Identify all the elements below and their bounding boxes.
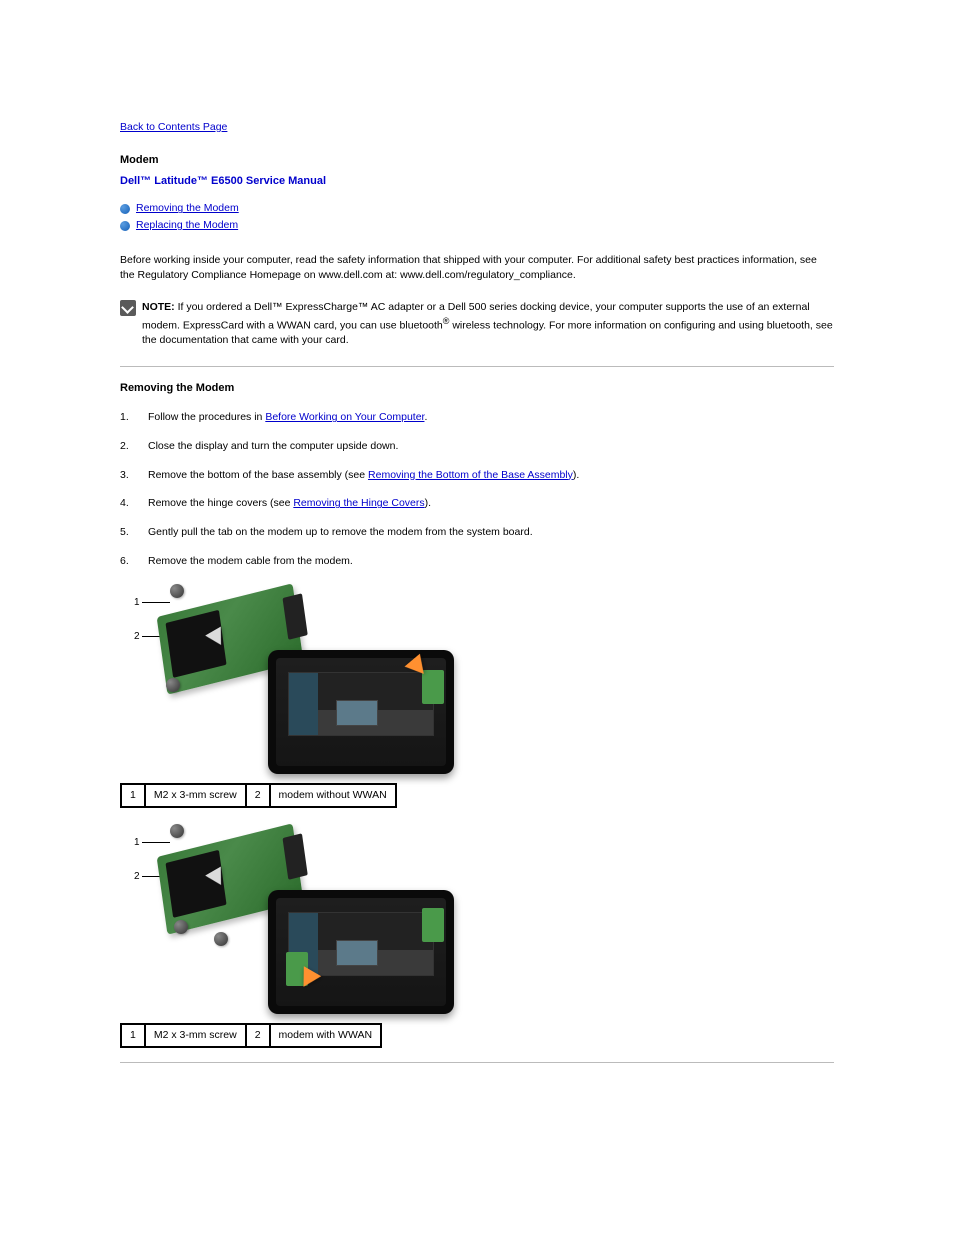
toc-link-removing[interactable]: Removing the Modem xyxy=(136,201,239,216)
toc-item: Replacing the Modem xyxy=(120,218,834,233)
step-text: Close the display and turn the computer … xyxy=(148,439,398,454)
screw-icon xyxy=(214,932,228,946)
step-after: ). xyxy=(425,497,431,509)
screw-icon xyxy=(174,920,188,934)
cell-num: 2 xyxy=(246,784,270,807)
safety-intro: Before working inside your computer, rea… xyxy=(120,253,834,282)
step-number: 2. xyxy=(120,439,148,454)
manual-title: Dell™ Latitude™ E6500 Service Manual xyxy=(120,174,834,189)
figure-without-wwan: 1 2 1 M2 x 3-mm screw 2 modem without WW… xyxy=(120,582,834,808)
step-before: Remove the hinge covers (see xyxy=(148,497,293,509)
link-base-assembly[interactable]: Removing the Bottom of the Base Assembly xyxy=(368,469,573,481)
step-number: 5. xyxy=(120,525,148,540)
step-number: 3. xyxy=(120,468,148,483)
link-before-working[interactable]: Before Working on Your Computer xyxy=(265,411,424,423)
parts-table-1: 1 M2 x 3-mm screw 2 modem without WWAN xyxy=(120,783,397,808)
figure-with-wwan: 1 2 1 M2 x 3-mm screw 2 modem with WWAN xyxy=(120,822,834,1048)
wwan-slot xyxy=(422,908,444,942)
step-3: 3. Remove the bottom of the base assembl… xyxy=(120,468,834,483)
figure-canvas: 1 2 xyxy=(120,822,460,1017)
leader-1 xyxy=(142,842,170,843)
callout-2: 2 xyxy=(134,630,140,644)
section-heading-removing: Removing the Modem xyxy=(120,381,834,396)
parts-table-2: 1 M2 x 3-mm screw 2 modem with WWAN xyxy=(120,1023,382,1048)
step-number: 4. xyxy=(120,496,148,511)
link-hinge-covers[interactable]: Removing the Hinge Covers xyxy=(293,497,424,509)
cell-label: modem with WWAN xyxy=(270,1024,382,1047)
note-text: NOTE: If you ordered a Dell™ ExpressChar… xyxy=(142,300,834,348)
back-to-contents-link[interactable]: Back to Contents Page xyxy=(120,120,227,135)
bullet-icon xyxy=(120,221,130,231)
divider xyxy=(120,366,834,367)
note-part3: with a WWAN card, you can use bluetooth xyxy=(244,319,443,331)
step-after: . xyxy=(424,411,427,423)
modem-slot xyxy=(422,670,444,704)
cell-label: modem without WWAN xyxy=(270,784,396,807)
toc-item: Removing the Modem xyxy=(120,201,834,216)
laptop-underside xyxy=(268,890,454,1014)
cell-num: 1 xyxy=(121,1024,145,1047)
step-5: 5. Gently pull the tab on the modem up t… xyxy=(120,525,834,540)
note-label: NOTE: xyxy=(142,301,175,313)
note-icon xyxy=(120,300,136,316)
step-6: 6. Remove the modem cable from the modem… xyxy=(120,554,834,569)
step-text: Remove the bottom of the base assembly (… xyxy=(148,468,579,483)
callout-2: 2 xyxy=(134,870,140,884)
callout-1: 1 xyxy=(134,596,140,610)
screw-icon xyxy=(170,824,184,838)
step-text: Remove the hinge covers (see Removing th… xyxy=(148,496,431,511)
cell-label: M2 x 3-mm screw xyxy=(145,784,246,807)
screw-icon xyxy=(170,584,184,598)
step-after: ). xyxy=(573,469,579,481)
divider xyxy=(120,1062,834,1063)
cell-num: 2 xyxy=(246,1024,270,1047)
step-text: Gently pull the tab on the modem up to r… xyxy=(148,525,533,540)
cell-label: M2 x 3-mm screw xyxy=(145,1024,246,1047)
cell-num: 1 xyxy=(121,784,145,807)
callout-1: 1 xyxy=(134,836,140,850)
leader-1 xyxy=(142,602,170,603)
step-text: Remove the modem cable from the modem. xyxy=(148,554,353,569)
step-4: 4. Remove the hinge covers (see Removing… xyxy=(120,496,834,511)
figure-canvas: 1 2 xyxy=(120,582,460,777)
toc-list: Removing the Modem Replacing the Modem xyxy=(120,201,834,232)
step-2: 2. Close the display and turn the comput… xyxy=(120,439,834,454)
toc-link-replacing[interactable]: Replacing the Modem xyxy=(136,218,238,233)
note-part2: ExpressCard xyxy=(183,319,244,331)
note-block: NOTE: If you ordered a Dell™ ExpressChar… xyxy=(120,300,834,348)
step-1: 1. Follow the procedures in Before Worki… xyxy=(120,410,834,425)
step-number: 6. xyxy=(120,554,148,569)
page-heading: Modem xyxy=(120,153,834,168)
step-before: Follow the procedures in xyxy=(148,411,265,423)
step-before: Remove the bottom of the base assembly (… xyxy=(148,469,368,481)
step-text: Follow the procedures in Before Working … xyxy=(148,410,427,425)
bullet-icon xyxy=(120,204,130,214)
step-number: 1. xyxy=(120,410,148,425)
